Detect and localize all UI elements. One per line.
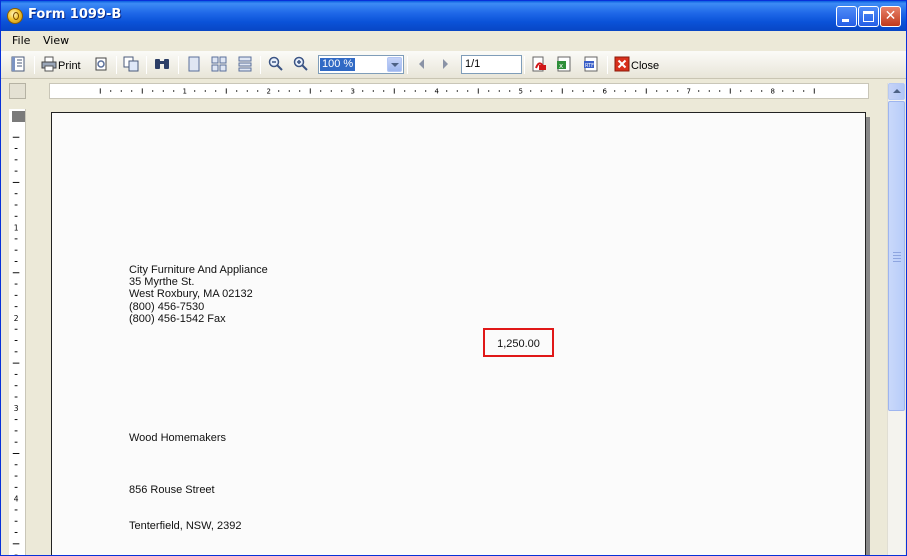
horizontal-ruler: 1 2 3 4 5 6 7 8 [49, 83, 869, 99]
menu-view[interactable]: View [43, 34, 69, 47]
grip-line [893, 255, 901, 256]
recipient-name: Wood Homemakers [129, 432, 226, 444]
close-button[interactable]: Close [631, 60, 659, 72]
report-page: City Furniture And Appliance 35 Myrthe S… [51, 112, 866, 555]
close-icon[interactable] [614, 56, 630, 72]
multi-page-icon[interactable] [211, 56, 227, 72]
menu-bar: File View [1, 31, 906, 51]
grip-line [893, 258, 901, 259]
ruler-number: 5 [519, 88, 523, 96]
zoom-out-icon[interactable] [268, 56, 284, 72]
chevron-down-icon[interactable] [387, 57, 402, 72]
toolbar-separator [178, 56, 179, 74]
export-pdf-icon[interactable] [531, 56, 547, 72]
page-number-input[interactable]: 1/1 [461, 55, 522, 74]
recipient-city: Tenterfield, NSW, 2392 [129, 520, 242, 532]
ruler-number: 8 [771, 88, 775, 96]
report-viewer-window: Form 1099-B ✕ File View Print x RTF Clos… [0, 0, 907, 556]
amount-highlight: 1,250.00 [483, 328, 554, 357]
toolbar-separator [607, 56, 608, 74]
ruler-number: 3 [14, 404, 19, 413]
grip-line [893, 252, 901, 253]
ruler-number: 6 [603, 88, 608, 96]
sender-street: 35 Myrthe St. [129, 276, 195, 288]
ruler-marker [12, 111, 25, 122]
next-page-icon[interactable] [437, 56, 453, 72]
toc-icon[interactable] [10, 56, 26, 72]
ruler-number: 1 [14, 223, 19, 232]
ruler-number: 3 [351, 88, 355, 96]
toolbar-separator [524, 56, 525, 74]
ruler-number: 4 [435, 88, 440, 96]
scroll-up-button[interactable] [888, 83, 905, 100]
toolbar-separator [116, 56, 117, 74]
maximize-button[interactable] [858, 6, 879, 27]
title-bar[interactable]: Form 1099-B ✕ [1, 1, 906, 31]
page-setup-icon[interactable] [93, 56, 109, 72]
toolbar-separator [34, 56, 35, 74]
sender-name: City Furniture And Appliance [129, 264, 268, 276]
export-excel-icon[interactable]: x [556, 56, 572, 72]
continuous-icon[interactable] [237, 56, 253, 72]
toolbar: Print x RTF Close [1, 51, 906, 79]
find-icon[interactable] [154, 56, 170, 72]
print-button[interactable]: Print [58, 60, 81, 72]
sender-phone: (800) 456-7530 [129, 301, 205, 313]
print-icon[interactable] [41, 56, 57, 72]
close-window-button[interactable]: ✕ [880, 6, 901, 27]
ruler-number: 2 [267, 88, 271, 96]
maximize-icon [863, 11, 874, 22]
page-shadow [866, 117, 870, 555]
zoom-value: 100 % [320, 58, 356, 71]
ruler-number: 4 [14, 494, 19, 503]
amount-value: 1,250.00 [497, 338, 540, 350]
ruler-number: 2 [14, 314, 19, 323]
zoom-select[interactable]: 100 % [318, 55, 404, 74]
menu-file[interactable]: File [12, 34, 30, 47]
ruler-corner [9, 83, 26, 99]
ruler-number: 1 [183, 88, 187, 96]
svg-text:RTF: RTF [585, 63, 594, 69]
toolbar-separator [407, 56, 408, 74]
copy-icon[interactable] [123, 56, 139, 72]
sender-fax: (800) 456-1542 Fax [129, 313, 226, 325]
minimize-button[interactable] [836, 6, 857, 27]
vertical-scrollbar[interactable] [887, 83, 905, 555]
sender-city: West Roxbury, MA 02132 [129, 288, 253, 300]
close-x-icon: ✕ [884, 8, 897, 24]
scroll-thumb[interactable] [888, 101, 905, 411]
prev-page-icon[interactable] [414, 56, 430, 72]
toolbar-separator [260, 56, 261, 74]
vertical-ruler: 1 2 3 4 [9, 109, 26, 555]
recipient-street: 856 Rouse Street [129, 484, 215, 496]
svg-text:x: x [559, 62, 563, 70]
export-rtf-icon[interactable]: RTF [583, 56, 599, 72]
ruler-number: 7 [687, 88, 691, 96]
window-title: Form 1099-B [28, 7, 122, 22]
toolbar-separator [146, 56, 147, 74]
app-icon[interactable] [7, 8, 23, 24]
single-page-icon[interactable] [186, 56, 202, 72]
minimize-icon [842, 19, 849, 22]
grip-line [893, 261, 901, 262]
zoom-in-icon[interactable] [293, 56, 309, 72]
